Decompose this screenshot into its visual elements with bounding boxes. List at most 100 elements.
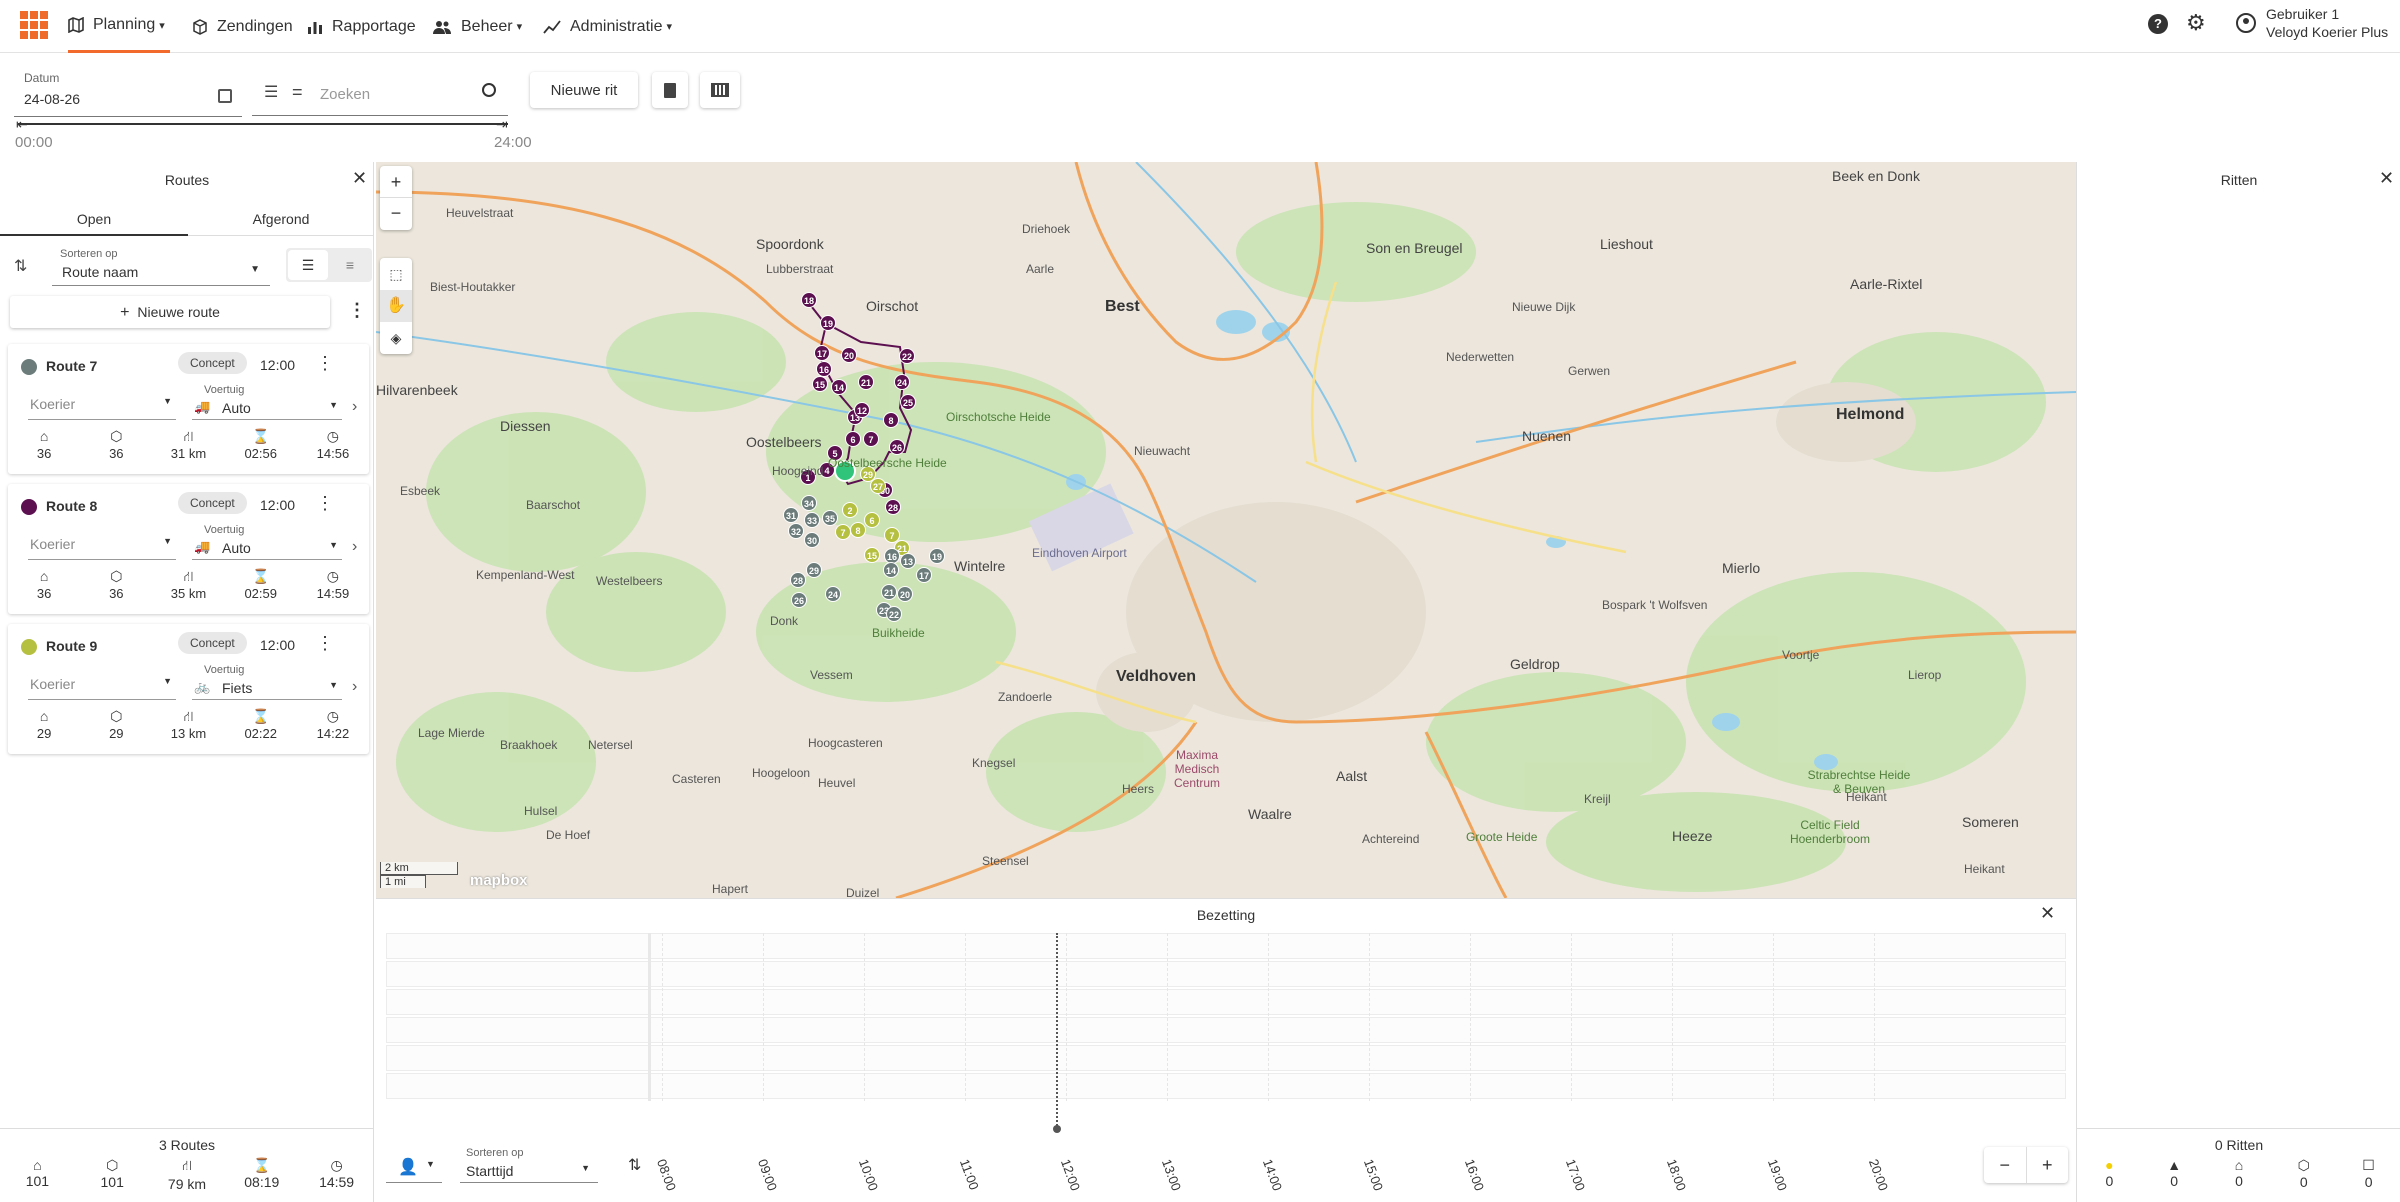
map-marker-route7[interactable]: 33: [804, 512, 820, 528]
search-icon[interactable]: [482, 83, 496, 97]
map-marker-route8[interactable]: 6: [845, 431, 861, 447]
map-marker-route8[interactable]: 28: [885, 499, 901, 515]
map-marker-route9[interactable]: 8: [850, 522, 866, 538]
filter-list-icon[interactable]: ☰: [264, 85, 278, 101]
tab-open[interactable]: Open: [0, 202, 188, 236]
nav-administratie[interactable]: Administratie ▾: [543, 0, 672, 53]
map-marker-route8[interactable]: 8: [883, 412, 899, 428]
map-marker-route7[interactable]: 19: [929, 548, 945, 564]
close-icon[interactable]: ✕: [2379, 168, 2394, 189]
map-marker-route8[interactable]: 16: [816, 361, 832, 377]
account-icon[interactable]: [2236, 13, 2256, 33]
map-marker-route8[interactable]: 21: [858, 374, 874, 390]
view-list-icon[interactable]: ☰: [288, 250, 328, 280]
map-marker-route9[interactable]: 6: [864, 512, 880, 528]
zoom-out-icon[interactable]: −: [1984, 1147, 2027, 1183]
nav-rapportage[interactable]: Rapportage: [307, 0, 416, 53]
map-marker-route7[interactable]: 22: [886, 606, 902, 622]
map-marker-route9[interactable]: 2: [842, 502, 858, 518]
map-marker-route7[interactable]: 28: [790, 572, 806, 588]
map-marker-route8[interactable]: 22: [899, 348, 915, 364]
map-marker-route8[interactable]: 12: [854, 402, 870, 418]
calendar-icon[interactable]: [218, 89, 232, 103]
map-marker-route7[interactable]: 34: [801, 495, 817, 511]
document-button[interactable]: [652, 72, 688, 108]
tab-afgerond[interactable]: Afgerond: [188, 202, 374, 236]
nav-beheer[interactable]: Beheer ▾: [432, 0, 522, 53]
search-input[interactable]: Zoeken: [320, 86, 370, 103]
equals-icon[interactable]: =: [292, 82, 303, 103]
courier-select[interactable]: Koerier ▼: [28, 662, 176, 700]
courier-select[interactable]: Koerier ▼: [28, 522, 176, 560]
map-marker-route9[interactable]: 7: [835, 524, 851, 540]
route-card[interactable]: Route 8 Concept 12:00 ⋮ Koerier ▼ Voertui…: [8, 484, 369, 614]
courier-select[interactable]: Koerier ▼: [28, 382, 176, 420]
map-marker-route7[interactable]: 32: [788, 523, 804, 539]
chevron-right-icon[interactable]: ›: [352, 398, 357, 416]
map-marker-route7[interactable]: 35: [822, 510, 838, 526]
view-compact-list-icon[interactable]: ≡: [330, 250, 370, 280]
nav-planning[interactable]: Planning ▾: [68, 0, 170, 53]
map-marker-route8[interactable]: 19: [820, 315, 836, 331]
time-range-slider[interactable]: [18, 123, 508, 125]
map-marker-route7[interactable]: 21: [881, 584, 897, 600]
vehicle-select[interactable]: Voertuig 🚚 Auto ▼: [192, 382, 342, 420]
map-marker-route8[interactable]: 24: [894, 374, 910, 390]
map-marker-route9[interactable]: 27: [870, 478, 886, 494]
map-marker-route9[interactable]: 15: [864, 547, 880, 563]
pan-hand-icon[interactable]: ✋: [380, 290, 412, 322]
map-marker-route7[interactable]: 24: [825, 586, 841, 602]
nav-zendingen[interactable]: Zendingen: [192, 0, 293, 53]
more-options-icon[interactable]: ⋮: [348, 300, 366, 321]
close-icon[interactable]: ✕: [352, 168, 367, 189]
map-marker-route8[interactable]: 25: [900, 394, 916, 410]
chevron-right-icon[interactable]: ›: [352, 538, 357, 556]
gear-icon[interactable]: ⚙: [2186, 12, 2206, 34]
search-field[interactable]: ☰ = Zoeken: [252, 72, 508, 116]
vehicle-select[interactable]: Voertuig 🚲 Fiets ▼: [192, 662, 342, 700]
map-marker-route7[interactable]: 13: [900, 553, 916, 569]
route-card[interactable]: Route 9 Concept 12:00 ⋮ Koerier ▼ Voertui…: [8, 624, 369, 754]
person-filter-select[interactable]: 👤 ▼: [386, 1147, 442, 1183]
map-marker-route7[interactable]: 14: [883, 562, 899, 578]
new-route-button[interactable]: + Nieuwe route: [10, 296, 330, 328]
sort-select[interactable]: Sorteren op Route naam ▼: [52, 246, 270, 286]
zoom-in-icon[interactable]: +: [380, 166, 412, 198]
more-options-icon[interactable]: ⋮: [316, 493, 334, 514]
barcode-scan-button[interactable]: [700, 72, 740, 108]
vehicle-select[interactable]: Voertuig 🚚 Auto ▼: [192, 522, 342, 560]
range-end-handle-icon[interactable]: ⇥: [496, 116, 508, 133]
map-marker-route8[interactable]: 20: [841, 347, 857, 363]
range-start-handle-icon[interactable]: ⇤: [16, 116, 28, 133]
layers-icon[interactable]: ◈: [380, 322, 412, 354]
new-trip-button[interactable]: Nieuwe rit: [530, 72, 638, 108]
route-card[interactable]: Route 7 Concept 12:00 ⋮ Koerier ▼ Voertui…: [8, 344, 369, 474]
sort-direction-icon[interactable]: ⇅: [14, 256, 27, 276]
close-icon[interactable]: ✕: [2040, 903, 2055, 924]
date-field[interactable]: Datum 24-08-26: [14, 71, 242, 117]
map-marker-route7[interactable]: 26: [791, 592, 807, 608]
map-marker-route7[interactable]: 30: [804, 532, 820, 548]
sort-direction-icon[interactable]: ⇅: [628, 1155, 641, 1175]
more-options-icon[interactable]: ⋮: [316, 353, 334, 374]
map-marker-route7[interactable]: 17: [916, 567, 932, 583]
map-marker-route7[interactable]: 31: [783, 507, 799, 523]
user-info[interactable]: Gebruiker 1 Veloyd Koerier Plus: [2266, 5, 2388, 41]
route-map[interactable]: 18 19 17 20 16 15 14 21 22 24 25 13 12 8…: [376, 162, 2076, 898]
bezetting-sort-select[interactable]: Sorteren op Starttijd ▼: [460, 1147, 598, 1183]
help-icon[interactable]: ?: [2148, 14, 2168, 34]
more-options-icon[interactable]: ⋮: [316, 633, 334, 654]
map-marker-route8[interactable]: 14: [831, 379, 847, 395]
chevron-right-icon[interactable]: ›: [352, 678, 357, 696]
select-area-icon[interactable]: ⬚: [380, 258, 412, 290]
map-marker-route7[interactable]: 20: [897, 586, 913, 602]
map-marker-route8[interactable]: 7: [863, 431, 879, 447]
zoom-out-icon[interactable]: −: [380, 198, 412, 230]
zoom-in-icon[interactable]: +: [2027, 1147, 2069, 1183]
map-marker-route8[interactable]: 18: [801, 292, 817, 308]
map-marker-route8[interactable]: 15: [812, 376, 828, 392]
map-marker-route7[interactable]: 29: [806, 562, 822, 578]
map-marker-route8[interactable]: 17: [814, 345, 830, 361]
app-grid-logo-icon[interactable]: [20, 11, 48, 39]
map-marker-route8[interactable]: 26: [889, 439, 905, 455]
